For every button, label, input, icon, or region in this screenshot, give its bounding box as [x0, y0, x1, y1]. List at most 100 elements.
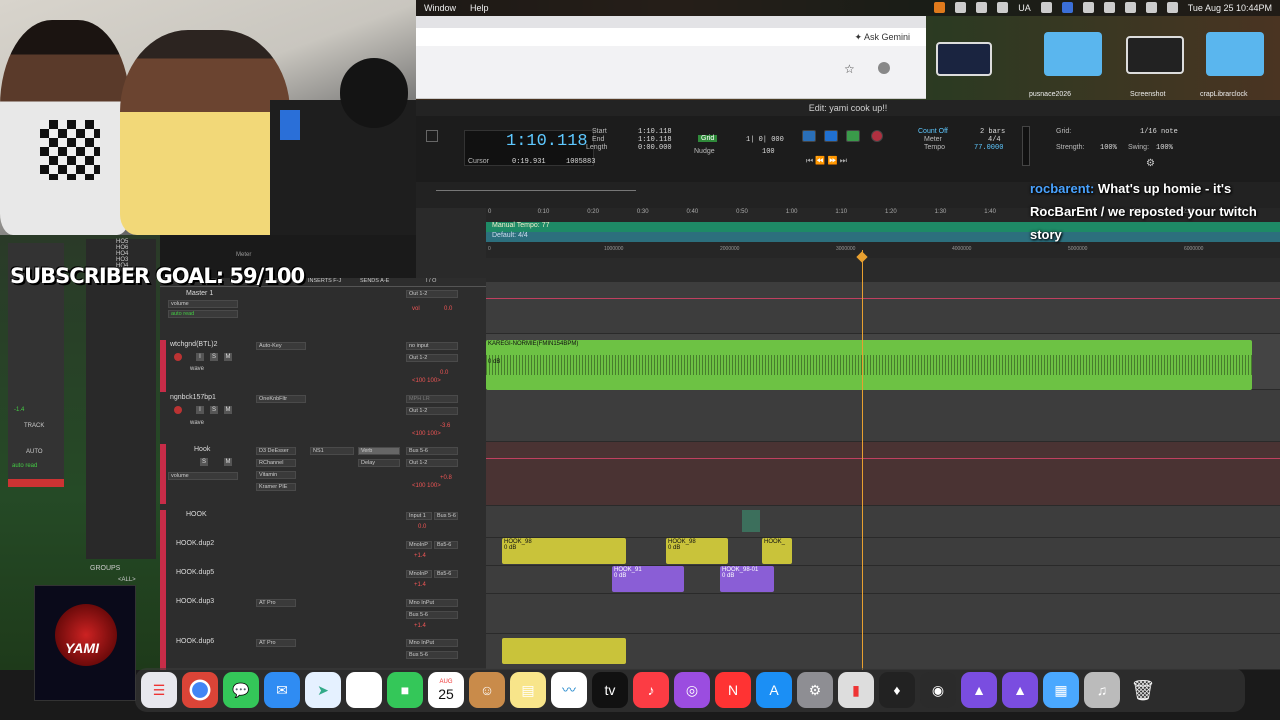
- groups-label[interactable]: GROUPS: [90, 565, 120, 572]
- audio-clip-hook-98-01[interactable]: HOOK_98-01 0 dB: [720, 566, 774, 592]
- zoom-tool-icon[interactable]: [426, 130, 438, 142]
- insert-slot[interactable]: Auto-Key: [256, 342, 306, 350]
- audio-clip-main[interactable]: KAREGI-NORMIE(FMIN154BPM) 0 dB: [486, 340, 1252, 390]
- count-off-label[interactable]: Count Off: [918, 128, 948, 135]
- podcasts-icon[interactable]: ◎: [674, 672, 710, 708]
- insert-slot[interactable]: RChannel: [256, 459, 296, 467]
- audio-clip-hook-98[interactable]: HOOK_98 0 dB: [502, 538, 626, 564]
- news-icon[interactable]: N: [715, 672, 751, 708]
- screenshot-thumbnail[interactable]: [1126, 36, 1184, 74]
- track-view[interactable]: wave: [190, 366, 204, 372]
- input-selector[interactable]: MPH LR: [406, 395, 458, 403]
- output-selector[interactable]: Bus 5-6: [406, 611, 458, 619]
- user-icon[interactable]: [1166, 2, 1178, 13]
- app-store-icon[interactable]: A: [756, 672, 792, 708]
- nudge-value[interactable]: 100: [762, 148, 775, 156]
- trash-icon[interactable]: 🗑: [1125, 672, 1161, 708]
- protools-icon[interactable]: ▲: [961, 672, 997, 708]
- output-selector[interactable]: Out 1-2: [406, 290, 458, 298]
- track-name-hook-dup6[interactable]: HOOK.dup6: [176, 638, 214, 645]
- input-selector[interactable]: Mno InPut: [406, 639, 458, 647]
- pan-value[interactable]: <100 100>: [412, 431, 441, 437]
- rewind-icon[interactable]: ⏮ ⏪ ⏩ ⏭: [806, 156, 847, 166]
- notes-icon[interactable]: ▤: [510, 672, 546, 708]
- strength-value[interactable]: 100%: [1100, 144, 1117, 152]
- grid-label[interactable]: Grid: [698, 135, 718, 142]
- solo-button[interactable]: S: [210, 406, 218, 414]
- record-arm-button[interactable]: [174, 353, 182, 361]
- wifi-icon[interactable]: [1103, 2, 1115, 13]
- utility-icon[interactable]: ▮: [838, 672, 874, 708]
- vol-value[interactable]: 0.0: [444, 306, 452, 312]
- vol-value[interactable]: 0.0: [418, 524, 426, 530]
- track-lane-hook[interactable]: [486, 442, 1280, 506]
- input-selector[interactable]: MnoInP: [406, 570, 432, 578]
- play-button[interactable]: [846, 130, 860, 142]
- facetime-icon[interactable]: ■: [387, 672, 423, 708]
- track-lane-hook-dup5[interactable]: [486, 566, 1280, 594]
- input-selector[interactable]: Bus 5-6: [406, 447, 458, 455]
- cloud-icon[interactable]: [997, 2, 1009, 13]
- send-slot[interactable]: Verb: [358, 447, 400, 455]
- microphone-icon[interactable]: [934, 2, 946, 13]
- app-icon[interactable]: ▦: [1043, 672, 1079, 708]
- online-button[interactable]: [802, 130, 816, 142]
- pan-value[interactable]: <100 100>: [412, 483, 441, 489]
- automation-mode[interactable]: auto read: [168, 310, 238, 318]
- output-selector[interactable]: Out 1-2: [406, 459, 458, 467]
- insert-slot[interactable]: Kramer PIE: [256, 483, 296, 491]
- solo-button[interactable]: S: [210, 353, 218, 361]
- track-lane-hook-dup3[interactable]: [486, 594, 1280, 634]
- input-selector[interactable]: no input: [406, 342, 458, 350]
- insert-slot[interactable]: AT Pro: [256, 639, 296, 647]
- profile-avatar[interactable]: [878, 62, 890, 74]
- vol-value[interactable]: +1.4: [414, 582, 426, 588]
- meter-value[interactable]: 4/4: [988, 136, 1001, 144]
- input-selector[interactable]: Mno InPut: [406, 599, 458, 607]
- output-selector[interactable]: Bs5-6: [434, 570, 458, 578]
- track-name-hook-rec[interactable]: HOOK: [186, 511, 207, 518]
- reminders-icon[interactable]: ☰: [141, 672, 177, 708]
- screen-mirror-icon[interactable]: [1061, 2, 1073, 13]
- swing-value[interactable]: 100%: [1156, 144, 1173, 152]
- grid-note-value[interactable]: 1/16 note: [1140, 128, 1178, 136]
- insert-slot[interactable]: AT Pro: [256, 599, 296, 607]
- desktop-thumbnail[interactable]: [936, 42, 992, 76]
- vol-value[interactable]: -3.6: [440, 423, 450, 429]
- all-group[interactable]: <ALL>: [118, 577, 136, 583]
- vol-value[interactable]: +1.4: [414, 553, 426, 559]
- menu-item-help[interactable]: Help: [470, 3, 489, 13]
- track-name-wtchgnd[interactable]: wtchgnd(BTL)2: [170, 341, 217, 348]
- photos-icon[interactable]: ✿: [346, 672, 382, 708]
- mute-button[interactable]: M: [224, 353, 232, 361]
- shield-icon[interactable]: [976, 2, 988, 13]
- maps-icon[interactable]: ➤: [305, 672, 341, 708]
- vol-value[interactable]: +0.8: [440, 475, 452, 481]
- output-selector[interactable]: Bus 5-6: [434, 512, 458, 520]
- audio-clip-hook-98b[interactable]: HOOK_98 0 dB: [666, 538, 728, 564]
- calendar-icon[interactable]: AUG 25: [428, 672, 464, 708]
- bookmark-star-icon[interactable]: ☆: [844, 62, 855, 76]
- length-value[interactable]: 0:00.000: [638, 144, 672, 152]
- ua-connect-icon[interactable]: ◉: [920, 672, 956, 708]
- menu-item-window[interactable]: Window: [424, 3, 456, 13]
- solo-button[interactable]: S: [200, 458, 208, 466]
- audio-clip-hook-a[interactable]: [502, 638, 626, 664]
- playhead-cursor[interactable]: [862, 250, 863, 670]
- output-selector[interactable]: Bus 5-6: [406, 651, 458, 659]
- record-button[interactable]: [871, 130, 883, 142]
- start-value[interactable]: 1:10.118: [638, 128, 672, 136]
- audio-clip-hook-91[interactable]: HOOK_91 0 dB: [612, 566, 684, 592]
- bars-value[interactable]: 2 bars: [980, 128, 1005, 136]
- ask-gemini-button[interactable]: ✦ Ask Gemini: [848, 30, 916, 45]
- contacts-icon[interactable]: ☺: [469, 672, 505, 708]
- audio-app-icon[interactable]: ♦: [879, 672, 915, 708]
- insert-slot[interactable]: OneKnbFltr: [256, 395, 306, 403]
- send-slot[interactable]: NS1: [310, 447, 354, 455]
- main-counter[interactable]: 1:10.118: [506, 132, 588, 151]
- music-icon[interactable]: ♪: [633, 672, 669, 708]
- input-selector[interactable]: Input 1: [406, 512, 432, 520]
- track-lane-hook-rec[interactable]: [486, 506, 1280, 538]
- insert-slot[interactable]: Vitamin: [256, 471, 296, 479]
- search-icon[interactable]: [1124, 2, 1136, 13]
